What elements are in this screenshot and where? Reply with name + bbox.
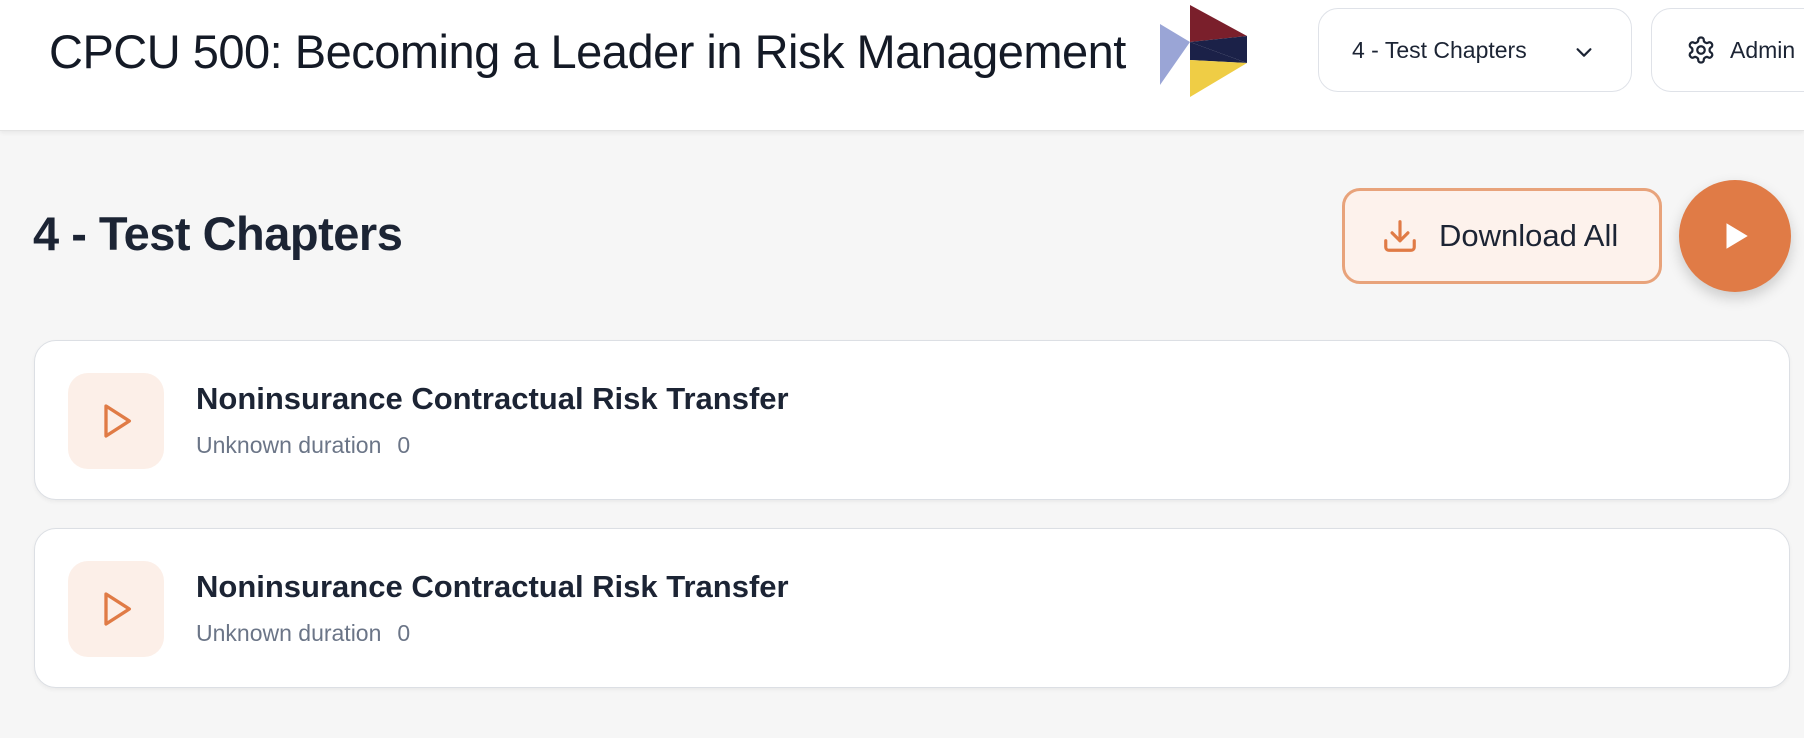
lesson-meta: Unknown duration 0 [196, 620, 410, 647]
play-icon [1726, 223, 1748, 249]
lesson-duration: Unknown duration [196, 432, 382, 458]
course-title: CPCU 500: Becoming a Leader in Risk Mana… [49, 25, 1126, 78]
play-icon [104, 592, 131, 626]
play-icon [104, 404, 131, 438]
lesson-play-button[interactable] [68, 373, 164, 469]
download-all-button[interactable]: Download All [1342, 188, 1662, 284]
lesson-play-button[interactable] [68, 561, 164, 657]
lesson-title: Noninsurance Contractual Risk Transfer [196, 381, 789, 416]
lesson-duration: Unknown duration [196, 620, 382, 646]
gear-icon [1688, 36, 1714, 64]
app-header: CPCU 500: Becoming a Leader in Risk Mana… [0, 0, 1804, 131]
download-all-label: Download All [1439, 218, 1619, 253]
admin-button[interactable]: Admin [1651, 8, 1804, 92]
chapter-select[interactable]: 4 - Test Chapters [1318, 8, 1632, 92]
lesson-card[interactable]: Noninsurance Contractual Risk Transfer U… [34, 528, 1790, 688]
play-all-button[interactable] [1679, 180, 1791, 292]
download-icon [1384, 220, 1416, 252]
lesson-count: 0 [397, 432, 411, 458]
lesson-card[interactable]: Noninsurance Contractual Risk Transfer U… [34, 340, 1790, 500]
lesson-title: Noninsurance Contractual Risk Transfer [196, 569, 789, 604]
section-title: 4 - Test Chapters [33, 207, 403, 260]
admin-label: Admin [1730, 36, 1796, 63]
chevron-down-icon [1576, 48, 1592, 57]
brand-logo [1160, 5, 1247, 97]
lesson-count: 0 [397, 620, 411, 646]
lesson-meta: Unknown duration 0 [196, 432, 410, 459]
page: CPCU 500: Becoming a Leader in Risk Mana… [0, 0, 1804, 738]
chapter-select-value: 4 - Test Chapters [1352, 36, 1527, 63]
